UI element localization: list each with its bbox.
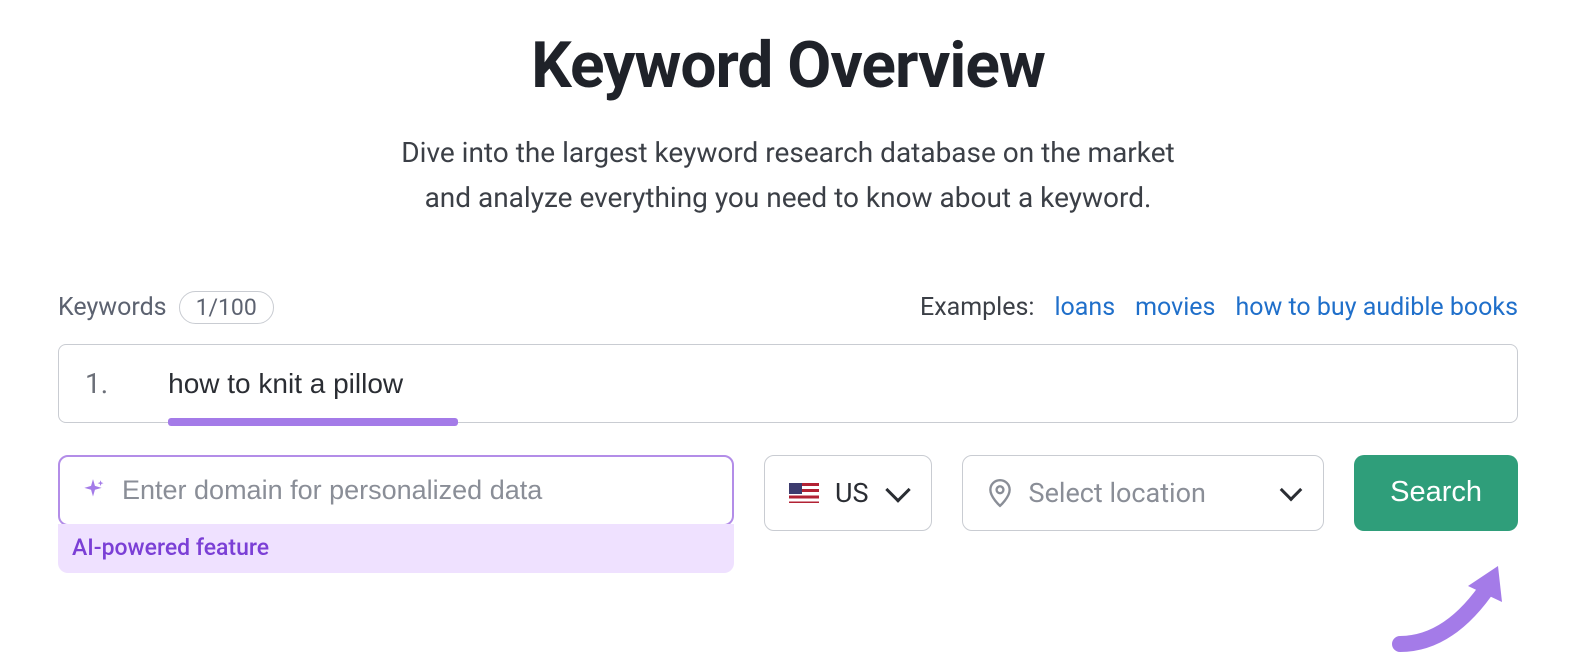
domain-input-container[interactable] [58,455,734,526]
ai-feature-badge: AI-powered feature [58,524,734,573]
country-select[interactable]: US [764,455,932,531]
domain-input[interactable] [122,475,712,506]
examples-group: Examples: loans movies how to buy audibl… [920,293,1518,322]
subtitle-line-2: and analyze everything you need to know … [425,181,1152,214]
search-button[interactable]: Search [1354,455,1518,531]
keywords-count-badge: 1/100 [179,291,274,324]
examples-label: Examples: [920,293,1034,322]
example-link-audible[interactable]: how to buy audible books [1235,293,1518,322]
keyword-input[interactable] [168,368,1368,400]
keyword-input-container[interactable]: 1. [58,344,1518,423]
sparkle-icon [80,477,106,503]
page-subtitle: Dive into the largest keyword research d… [58,131,1518,221]
location-select[interactable]: Select location [962,455,1325,531]
page-title: Keyword Overview [58,28,1518,103]
location-placeholder: Select location [1029,477,1206,509]
country-code: US [835,477,869,509]
chevron-down-icon [885,477,910,502]
highlight-underline [168,418,458,426]
chevron-down-icon [1280,478,1303,501]
subtitle-line-1: Dive into the largest keyword research d… [401,136,1174,169]
location-pin-icon [987,478,1013,508]
example-link-loans[interactable]: loans [1054,293,1115,322]
keyword-row-number: 1. [85,367,108,400]
us-flag-icon [789,483,819,503]
example-link-movies[interactable]: movies [1135,293,1215,322]
keywords-label: Keywords [58,293,167,322]
keywords-label-group: Keywords 1/100 [58,291,274,324]
